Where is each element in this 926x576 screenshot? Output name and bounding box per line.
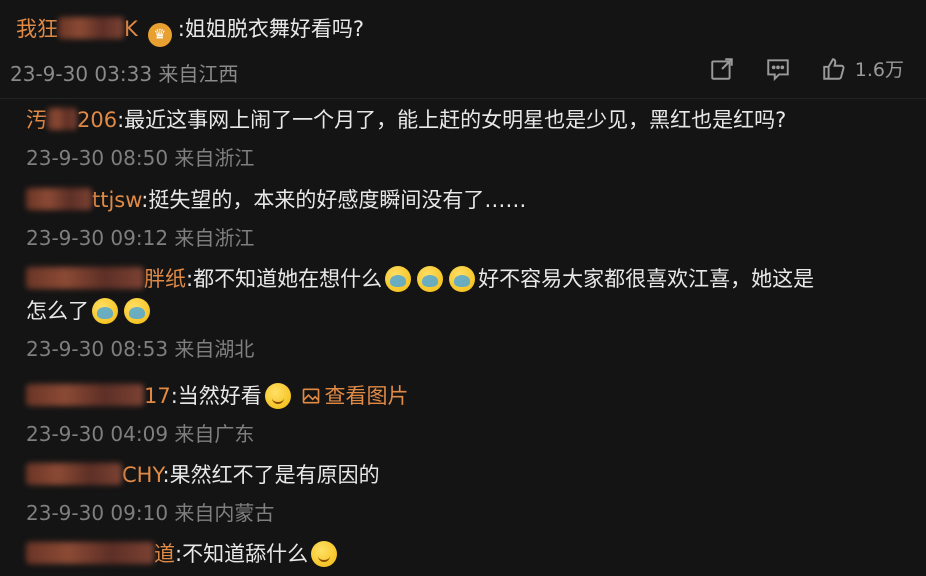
reply-item: ttjsw:挺失望的，本来的好感度瞬间没有了…… 23-9-30 09:12 来… xyxy=(26,184,906,251)
blurred-name xyxy=(26,384,144,406)
reply-username[interactable]: 17 xyxy=(26,384,171,408)
main-comment: 我狂 K ♛:姐姐脱衣舞好看吗? 23-9-30 03:33 来自江西 1.6万 xyxy=(0,0,926,98)
reply-meta: 23-9-30 09:10 来自内蒙古 xyxy=(26,501,275,525)
blurred-name xyxy=(26,188,92,210)
blurred-name xyxy=(47,108,77,130)
reply-meta: 23-9-30 04:09 来自广东 xyxy=(26,422,255,446)
reply-text: :果然红不了是有原因的 xyxy=(162,463,380,487)
image-icon xyxy=(302,388,319,404)
reply-meta: 23-9-30 08:50 来自浙江 xyxy=(26,146,255,170)
reply-text: :当然好看 xyxy=(170,384,262,408)
username-suffix: 胖纸 xyxy=(144,267,186,291)
share-button[interactable] xyxy=(709,56,735,82)
view-image-label: 查看图片 xyxy=(324,384,409,408)
reply-text: :挺失望的，本来的好感度瞬间没有了…… xyxy=(141,188,527,212)
reply-meta: 23-9-30 08:53 来自湖北 xyxy=(26,337,255,361)
main-comment-text: :姐姐脱衣舞好看吗? xyxy=(177,17,365,41)
comment-button[interactable] xyxy=(765,56,791,82)
main-comment-meta: 23-9-30 03:33 来自江西 xyxy=(10,62,239,86)
crying-emoji-icon xyxy=(124,298,150,324)
reply-text: :最近这事网上闹了一个月了，能上赶的女明星也是少见，黑红也是红吗? xyxy=(117,108,787,132)
reply-item: 道:不知道舔什么 xyxy=(26,538,906,570)
like-count: 1.6万 xyxy=(854,59,904,81)
reply-item: 17:当然好看 查看图片 23-9-30 04:09 来自广东 xyxy=(26,380,906,447)
smile-emoji-icon xyxy=(264,383,291,409)
vip-badge-icon: ♛ xyxy=(147,23,172,47)
reply-text: 好不容易大家都很喜欢江喜，她这是 xyxy=(478,267,815,291)
reply-item: 汚 206:最近这事网上闹了一个月了，能上赶的女明星也是少见，黑红也是红吗? 23… xyxy=(26,104,906,171)
blurred-name xyxy=(58,17,124,39)
reply-text: :都不知道她在想什么 xyxy=(186,267,383,291)
reply-text: 怎么了 xyxy=(26,299,89,323)
reply-username[interactable]: 道 xyxy=(26,542,175,566)
crying-emoji-icon xyxy=(417,266,444,292)
reply-text: :不知道舔什么 xyxy=(175,542,309,566)
username-suffix: 206 xyxy=(77,108,118,132)
username-suffix: K xyxy=(124,17,138,41)
reply-meta: 23-9-30 09:12 来自浙江 xyxy=(26,226,255,250)
crying-emoji-icon xyxy=(449,266,476,292)
main-comment-line: 我狂 K ♛:姐姐脱衣舞好看吗? xyxy=(16,14,364,47)
username-suffix: 道 xyxy=(154,542,175,566)
reply-username[interactable]: 汚 206 xyxy=(26,108,117,132)
comment-icon xyxy=(767,58,789,81)
view-image-link[interactable]: 查看图片 xyxy=(301,384,409,408)
divider xyxy=(0,98,926,99)
blurred-name xyxy=(26,463,122,485)
share-icon xyxy=(711,57,733,80)
reply-username[interactable]: 胖纸 xyxy=(26,267,186,291)
main-username[interactable]: 我狂 K xyxy=(16,17,138,41)
action-bar: 1.6万 xyxy=(709,55,904,82)
username-suffix: 17 xyxy=(144,384,171,408)
like-icon xyxy=(823,57,845,80)
reply-username[interactable]: ttjsw xyxy=(26,188,141,212)
username-prefix: 汚 xyxy=(26,108,47,132)
reply-username[interactable]: CHY xyxy=(26,463,163,487)
blurred-name xyxy=(26,267,144,289)
username-suffix: ttjsw xyxy=(92,188,142,212)
username-suffix: CHY xyxy=(122,463,163,487)
username-prefix: 我狂 xyxy=(16,17,58,41)
like-button[interactable]: 1.6万 xyxy=(821,55,904,82)
blurred-name xyxy=(26,542,154,564)
crying-emoji-icon xyxy=(92,298,118,324)
smile-emoji-icon xyxy=(311,541,338,567)
reply-item: CHY:果然红不了是有原因的 23-9-30 09:10 来自内蒙古 xyxy=(26,459,906,526)
crying-emoji-icon xyxy=(385,266,412,292)
reply-item: 胖纸:都不知道她在想什么 好不容易大家都很喜欢江喜，她这是 怎么了 23-9-30… xyxy=(26,263,906,362)
